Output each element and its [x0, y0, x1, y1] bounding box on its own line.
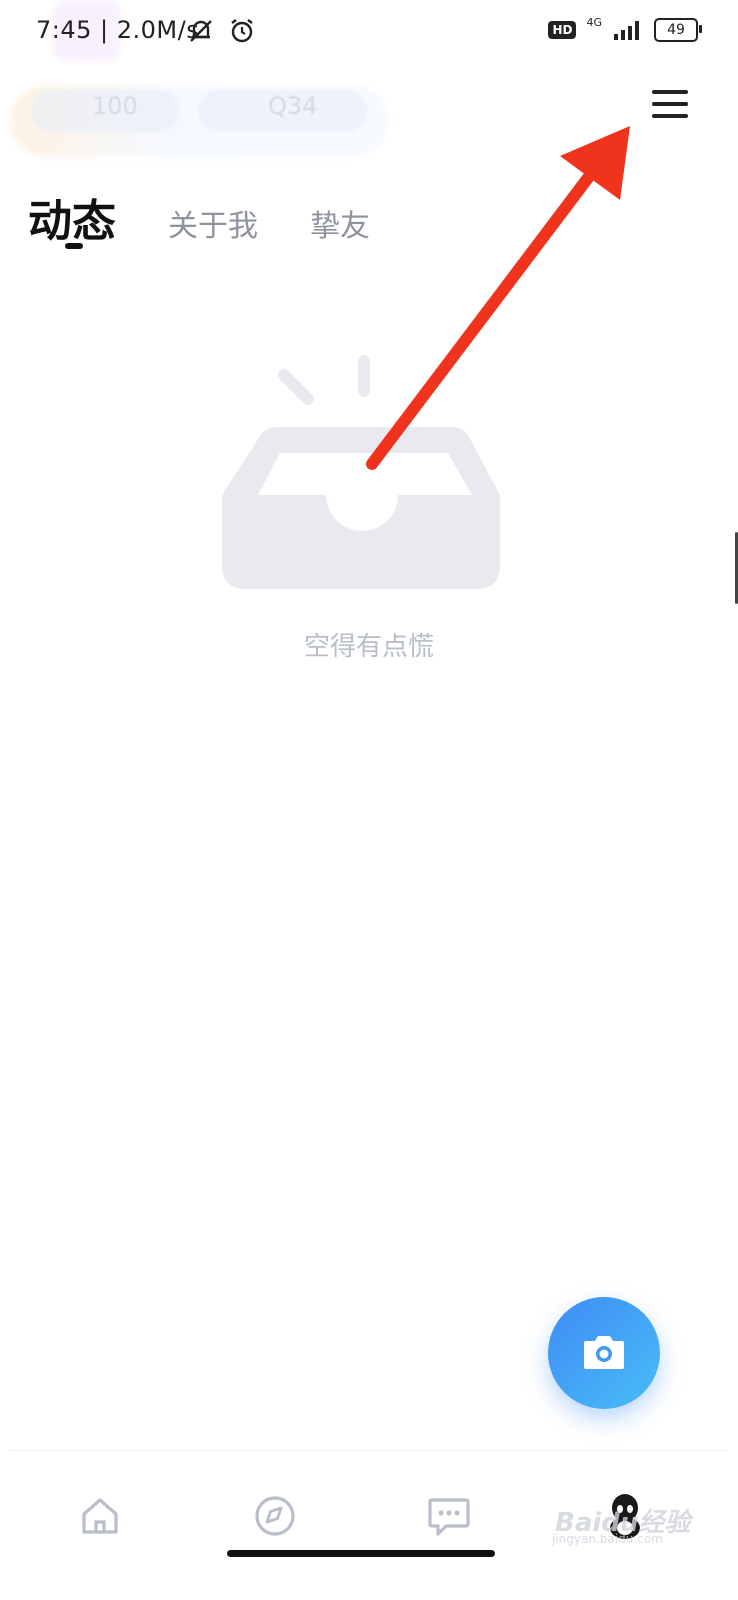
empty-box-icon: [222, 355, 500, 589]
signal-icon: [614, 21, 639, 40]
profile-tabs: 动态 关于我 挚友: [28, 185, 370, 249]
nav-home[interactable]: [55, 1471, 145, 1561]
camera-icon: [584, 1336, 624, 1369]
tab-indicator: [65, 243, 83, 249]
battery-level: 49: [667, 22, 685, 38]
tab-about-me[interactable]: 关于我: [168, 201, 258, 245]
home-indicator[interactable]: [227, 1550, 495, 1557]
menu-line: [652, 114, 688, 118]
status-right: HD 4G 49: [548, 15, 702, 42]
menu-line: [652, 90, 688, 94]
compass-icon: [255, 1496, 295, 1536]
network-speed: | 2.0M/s: [100, 16, 200, 44]
tab-close-friends[interactable]: 挚友: [310, 201, 370, 245]
home-icon: [82, 1498, 118, 1534]
ghost-count-b: Q34: [268, 92, 318, 120]
network-type: 4G: [586, 15, 602, 29]
time-text: 7:45: [36, 16, 92, 44]
menu-line: [652, 102, 688, 106]
status-bar: 7:45 | 2.0M/s HD 4G 49: [0, 0, 738, 64]
mute-bell-icon: [190, 20, 212, 42]
empty-state-text: 空得有点慌: [303, 632, 434, 662]
tab-dynamics[interactable]: 动态: [28, 185, 116, 249]
message-icon: [428, 1498, 470, 1536]
ghost-count-a: 100: [92, 92, 138, 120]
battery-icon: 49: [654, 18, 702, 42]
nav-messages[interactable]: [404, 1471, 494, 1561]
status-time: 7:45 | 2.0M/s: [36, 16, 199, 44]
status-icons: [186, 16, 256, 46]
menu-button[interactable]: [650, 84, 690, 124]
nav-discover[interactable]: [230, 1471, 320, 1561]
baidu-watermark-url: jingyan.baidu.com: [552, 1532, 663, 1546]
alarm-icon: [231, 19, 253, 43]
hd-badge: HD: [548, 21, 577, 39]
camera-button[interactable]: [548, 1297, 660, 1409]
